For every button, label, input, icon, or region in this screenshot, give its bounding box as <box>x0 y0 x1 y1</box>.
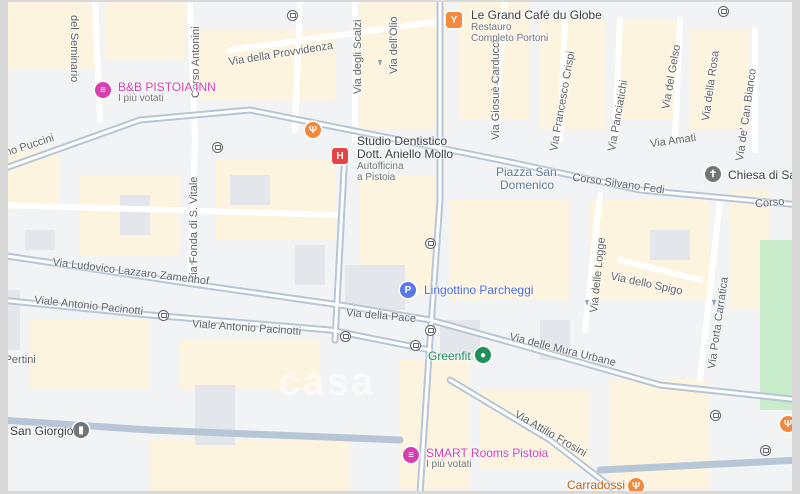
hospital-icon[interactable]: H <box>332 148 348 164</box>
street-label-scalzi: Via degli Scalzi <box>352 19 364 94</box>
place-sub-grandcafe-1: Restauro <box>471 22 512 33</box>
bus-stop-icon[interactable] <box>710 410 721 421</box>
place-sub-studio-1: Autofficina <box>357 161 404 172</box>
map-canvas[interactable]: del Seminario Corso Antonini Via della P… <box>0 0 800 494</box>
bus-stop-icon[interactable] <box>718 6 729 17</box>
bus-stop-icon[interactable] <box>340 331 351 342</box>
street-label-carducci: Via Giosuè Carducci <box>490 39 502 140</box>
bed-icon[interactable]: ≡ <box>95 82 111 98</box>
fork-knife-icon[interactable]: Ψ <box>628 478 644 494</box>
place-name-bbinn[interactable]: B&B PISTOIA INN <box>118 80 216 94</box>
bus-stop-icon[interactable] <box>212 142 223 153</box>
bus-stop-icon[interactable] <box>760 445 771 456</box>
cross-icon[interactable]: ✝ <box>705 166 721 182</box>
bus-stop-icon[interactable] <box>410 340 421 351</box>
street-label-fonda: Via Fonda di S. Vitale <box>188 176 200 282</box>
bus-stop-icon[interactable] <box>287 10 298 21</box>
street-label-dellolio: Via dell'Olio <box>388 16 400 74</box>
cocktail-icon[interactable]: Y <box>446 12 462 28</box>
place-name-piazza-1[interactable]: Piazza San <box>496 165 557 179</box>
place-sub-studio-2: a Pistoia <box>357 172 396 183</box>
bed-icon[interactable]: ≡ <box>403 447 419 463</box>
street-label-pertini: Piazza Sandro Pertini <box>0 354 36 366</box>
bus-stop-icon[interactable] <box>425 238 436 249</box>
fork-knife-icon[interactable]: Ψ <box>780 416 796 432</box>
place-name-carradossi[interactable]: Carradossi <box>567 478 625 492</box>
gym-icon[interactable]: ● <box>475 347 491 363</box>
place-name-chiesa[interactable]: Chiesa di Sa <box>728 168 796 182</box>
park-area <box>760 240 800 410</box>
parking-icon[interactable]: P <box>400 282 416 298</box>
watermark-logo: casa <box>278 360 375 404</box>
place-name-parking[interactable]: Lingottino Parcheggi <box>424 283 533 297</box>
bus-stop-icon[interactable] <box>425 325 436 336</box>
place-name-grandcafe[interactable]: Le Grand Café du Globe <box>471 8 602 22</box>
bus-stop-icon[interactable] <box>158 310 169 321</box>
map-base-layer <box>0 0 800 494</box>
street-label-seminario: del Seminario <box>68 15 80 83</box>
place-sub-grandcafe-2: Completo Portoni <box>471 33 549 44</box>
street-label-corsoright: Corso <box>754 195 785 211</box>
fork-knife-icon[interactable]: Ψ <box>305 122 321 138</box>
place-name-piazza-2[interactable]: Domenico <box>500 178 554 192</box>
place-sub-bbinn: I più votati <box>118 93 164 104</box>
place-name-smart[interactable]: SMART Rooms Pistoia <box>426 446 548 460</box>
place-name-greenfit[interactable]: Greenfit <box>428 349 471 363</box>
place-sub-smart: I più votati <box>426 459 472 470</box>
place-name-sangiorgio[interactable]: San Giorgio <box>10 424 73 438</box>
bus-stop-icon[interactable]: ▮ <box>73 422 89 438</box>
place-name-studio-2[interactable]: Dott. Aniello Mollo <box>357 147 453 161</box>
place-name-studio-1[interactable]: Studio Dentistico <box>357 134 447 148</box>
